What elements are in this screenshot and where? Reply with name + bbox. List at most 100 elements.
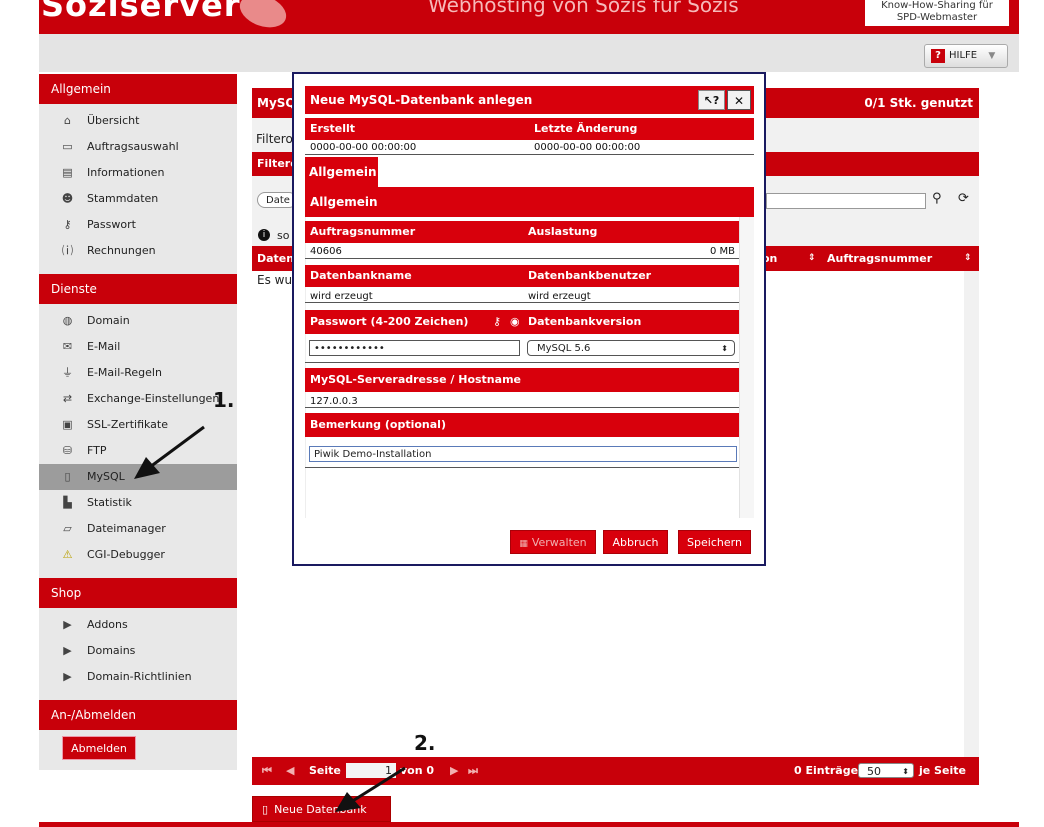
sidebar-item-auftragsauswahl[interactable]: ▭ Auftragsauswahl — [39, 134, 237, 160]
filter-search-input[interactable] — [766, 193, 926, 209]
help-button[interactable]: ? HILFE ▼ — [924, 44, 1008, 68]
scrollbar[interactable] — [739, 217, 754, 518]
last-page-icon[interactable]: ⏭ — [468, 757, 478, 785]
dbversion-select[interactable]: MySQL 5.6 ⬍ — [527, 340, 735, 356]
globe-icon: ◍ — [62, 314, 73, 327]
sidebar-item-label: Statistik — [87, 496, 132, 509]
warning-icon: ⚠ — [62, 548, 73, 561]
manage-icon: ▦ — [519, 539, 528, 549]
annotation-arrow-1-icon — [134, 425, 205, 479]
dbname-label: Datenbankname — [310, 269, 412, 282]
per-page-select[interactable]: 50 ⬍ — [858, 763, 914, 778]
sidebar-item-label: Übersicht — [87, 114, 140, 127]
help-cursor-icon[interactable]: ↖? — [698, 90, 725, 110]
annotation-step-2: 2. — [414, 731, 436, 755]
dialog-title-bar: Neue MySQL-Datenbank anlegen — [305, 86, 754, 114]
next-page-icon[interactable]: ▶ — [450, 757, 458, 785]
sidebar-item-label: Rechnungen — [87, 244, 156, 257]
created-label: Erstellt — [310, 122, 356, 135]
dbuser-label: Datenbankbenutzer — [528, 269, 652, 282]
order-label: Auftragsnummer — [310, 225, 416, 238]
new-document-icon: ▯ — [262, 803, 269, 816]
knowhow-line1: Know-How-Sharing für — [881, 0, 993, 11]
sidebar-item-cgi-debugger[interactable]: ⚠ CGI-Debugger — [39, 542, 237, 568]
sidebar-item-passwort[interactable]: ⚷ Passwort — [39, 212, 237, 238]
entry-count: 0 Einträge, — [794, 764, 863, 777]
order-load-header: Auftragsnummer Auslastung — [305, 221, 739, 243]
ftp-icon: ⛁ — [62, 444, 73, 457]
sidebar-item-domains[interactable]: ▶ Domains — [39, 638, 237, 664]
sync-icon: ⇄ — [62, 392, 73, 405]
filter-icon: ⏚ — [62, 366, 73, 379]
eye-icon[interactable]: ◉ — [510, 310, 520, 334]
sidebar-item-informationen[interactable]: ▤ Informationen — [39, 160, 237, 186]
sidebar-item-label: Dateimanager — [87, 522, 166, 535]
sidebar-item-email-regeln[interactable]: ⏚ E-Mail-Regeln — [39, 360, 237, 386]
logout-button[interactable]: Abmelden — [62, 736, 136, 760]
dbname-value: wird erzeugt — [310, 291, 373, 302]
sidebar-item-uebersicht[interactable]: ⌂ Übersicht — [39, 108, 237, 134]
load-value: 0 MB — [709, 246, 735, 257]
sidebar-item-email[interactable]: ✉ E-Mail — [39, 334, 237, 360]
prev-page-icon[interactable]: ◀ — [286, 757, 294, 785]
save-button[interactable]: Speichern — [678, 530, 751, 554]
sidebar-item-addons[interactable]: ▶ Addons — [39, 612, 237, 638]
sidebar-section-dienste: Dienste — [39, 274, 237, 304]
divider — [305, 302, 739, 303]
logo-mark-icon — [235, 0, 291, 34]
password-input[interactable]: •••••••••••• — [309, 340, 520, 356]
footer-bar — [39, 822, 1019, 827]
arrow-right-icon: ▶ — [63, 644, 72, 657]
sidebar-item-label: Domain — [87, 314, 130, 327]
modified-label: Letzte Änderung — [534, 122, 638, 135]
password-label: Passwort (4-200 Zeichen) — [310, 315, 469, 328]
site-header: Soziserver Webhosting von Sozis für Sozi… — [39, 0, 1019, 34]
tab-allgemein[interactable]: Allgemein — [305, 157, 378, 187]
remark-header: Bemerkung (optional) — [305, 413, 739, 437]
info-icon: i — [258, 229, 270, 241]
sidebar-item-label: Addons — [87, 618, 128, 631]
refresh-icon[interactable]: ⟳ — [958, 191, 969, 206]
server-label: MySQL-Serveradresse / Hostname — [310, 373, 521, 386]
divider — [305, 258, 739, 259]
dbname-header: Datenbankname Datenbankbenutzer — [305, 265, 739, 287]
sidebar-item-dateimanager[interactable]: ▱ Dateimanager — [39, 516, 237, 542]
cancel-button[interactable]: Abbruch — [603, 530, 668, 554]
dialog-title: Neue MySQL-Datenbank anlegen — [310, 93, 533, 107]
remark-input[interactable]: Piwik Demo-Installation — [309, 446, 737, 462]
home-icon: ⌂ — [64, 114, 71, 127]
knowhow-banner[interactable]: Know-How-Sharing für SPD-Webmaster — [865, 0, 1009, 26]
sidebar-item-statistik[interactable]: ▙ Statistik — [39, 490, 237, 516]
sort-icon[interactable]: ⇕ — [808, 246, 816, 271]
site-tagline: Webhosting von Sozis für Sozis — [428, 0, 739, 17]
sidebar-item-label: Informationen — [87, 166, 165, 179]
sidebar-item-domain[interactable]: ◍ Domain — [39, 308, 237, 334]
first-page-icon[interactable]: ⏮ — [262, 757, 272, 785]
site-logo[interactable]: Soziserver — [41, 0, 241, 24]
sidebar-item-exchange[interactable]: ⇄ Exchange-Einstellungen — [39, 386, 237, 412]
divider — [305, 154, 754, 155]
manage-button[interactable]: ▦ Verwalten — [510, 530, 596, 554]
arrow-right-icon: ▶ — [63, 670, 72, 683]
sidebar-item-domain-richtlinien[interactable]: ▶ Domain-Richtlinien — [39, 664, 237, 690]
sort-icon[interactable]: ⇕ — [964, 246, 972, 271]
remark-label: Bemerkung (optional) — [310, 418, 446, 431]
empty-message: Es wu — [257, 273, 293, 287]
key-icon[interactable]: ⚷ — [493, 310, 501, 334]
annotation-step-1: 1. — [213, 388, 235, 412]
server-header: MySQL-Serveradresse / Hostname — [305, 368, 739, 392]
sidebar-item-label: Domains — [87, 644, 136, 657]
filter-label: Filtero — [256, 132, 293, 146]
divider — [305, 467, 739, 468]
search-icon[interactable]: ⚲ — [932, 191, 942, 206]
sidebar-item-rechnungen[interactable]: ⒤ Rechnungen — [39, 238, 237, 264]
column-header-auftragsnummer[interactable]: Auftragsnummer — [827, 246, 932, 271]
sidebar-item-stammdaten[interactable]: ☻ Stammdaten — [39, 186, 237, 212]
person-icon: ☻ — [61, 192, 74, 205]
close-icon[interactable]: ✕ — [727, 90, 751, 110]
key-icon: ⚷ — [63, 218, 72, 231]
filter-field-select[interactable]: Date — [257, 192, 297, 208]
sidebar-item-label: CGI-Debugger — [87, 548, 165, 561]
sidebar-item-label: Exchange-Einstellungen — [87, 392, 220, 405]
sidebar-item-label: E-Mail — [87, 340, 121, 353]
